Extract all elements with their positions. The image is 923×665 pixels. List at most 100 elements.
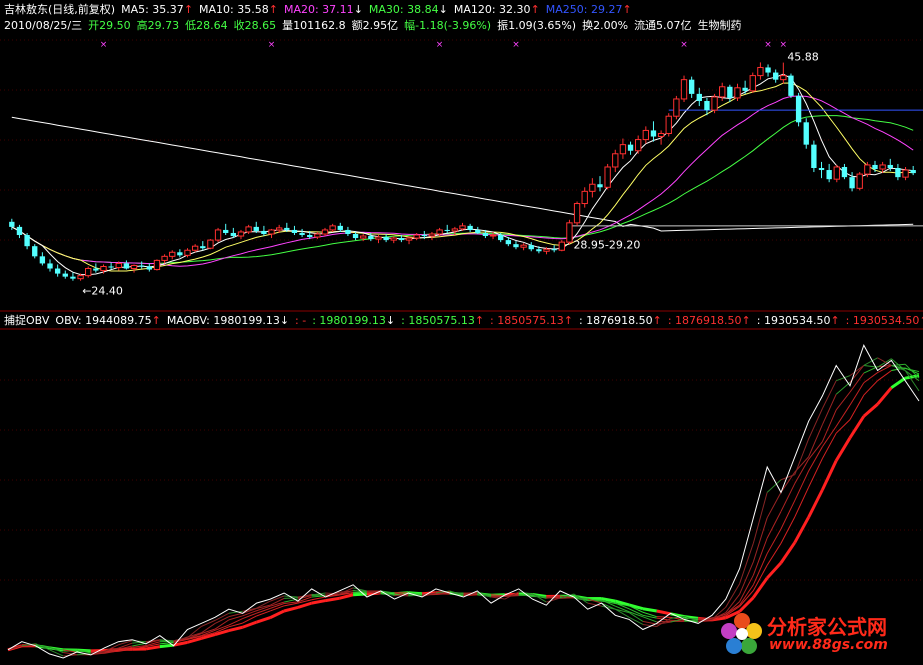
candle-body xyxy=(704,100,710,111)
obv-text: OBV: 1944089.75 xyxy=(55,314,152,327)
maobv-segment xyxy=(656,616,671,618)
candle xyxy=(910,165,916,176)
candle-body xyxy=(680,79,688,100)
line2-item: 流通5.07亿 xyxy=(634,19,692,32)
candle-body xyxy=(475,229,481,233)
obv-text: : 1850575.13 xyxy=(490,314,564,327)
candle xyxy=(612,149,619,173)
candle xyxy=(696,87,702,107)
line2-text: 生物制药 xyxy=(697,19,742,32)
candle xyxy=(528,242,534,252)
maobv-segment xyxy=(779,541,797,564)
maobv-segment xyxy=(642,620,657,625)
candle xyxy=(261,225,267,237)
candle xyxy=(811,140,817,173)
candle xyxy=(856,172,863,191)
line2-item: 量101162.8 xyxy=(282,19,346,32)
obv-text: MAOBV: 1980199.13 xyxy=(166,314,280,327)
candle xyxy=(70,272,76,281)
candle-body xyxy=(108,266,114,268)
candle-body xyxy=(284,227,290,230)
candle-body xyxy=(811,144,817,168)
maobv-segment xyxy=(228,625,244,633)
maobv-segment xyxy=(794,438,810,475)
candle-body xyxy=(398,238,405,241)
candle xyxy=(597,176,603,192)
candle xyxy=(688,76,695,98)
trend-arrow-icon: ↑ xyxy=(830,314,840,327)
line2-item: 高29.73 xyxy=(137,19,180,32)
candle-body xyxy=(773,72,779,80)
candle xyxy=(573,201,581,226)
maobv-segment xyxy=(145,645,161,651)
maobv-segment xyxy=(835,391,851,411)
candle-body xyxy=(93,268,99,271)
candle-body xyxy=(558,241,565,251)
maobv-segment xyxy=(807,489,824,518)
candle-body xyxy=(864,164,871,175)
trend-arrow-icon: ↑ xyxy=(474,314,485,327)
maobv-segment xyxy=(311,596,326,601)
ma20-line xyxy=(11,95,914,267)
event-marker-icon: × xyxy=(680,40,688,50)
candle xyxy=(513,241,519,250)
obv-item: 捕捉OBV xyxy=(4,314,49,327)
candle-body xyxy=(604,166,611,188)
candle xyxy=(32,244,38,259)
maobv-segment xyxy=(808,458,823,488)
trend-arrow-icon: ↑ xyxy=(268,3,278,16)
candle-body xyxy=(368,236,374,240)
candle xyxy=(818,161,825,179)
line2-text: 量101162.8 xyxy=(282,19,346,32)
maobv-segment xyxy=(752,492,768,544)
candle-body xyxy=(130,264,138,270)
candle xyxy=(773,69,779,83)
maobv-segment xyxy=(283,605,299,613)
line2-item: 低28.64 xyxy=(185,19,228,32)
candle-body xyxy=(54,268,61,274)
obv-header-line: 捕捉OBV OBV: 1944089.75 ↑ MAOBV: 1980199.13 ↓:… xyxy=(4,313,923,329)
candle-body xyxy=(619,144,627,155)
maobv-segment xyxy=(848,415,866,439)
candle-body xyxy=(780,75,787,81)
candle-body xyxy=(200,246,206,249)
price-header-line1: 吉林敖东(日线,前复权) MA5: 35.37↑ MA10: 35.58↑ MA20:… xyxy=(4,2,638,18)
candle-body xyxy=(261,230,267,234)
maobv-segment xyxy=(835,382,851,395)
trend-arrow-icon: ↓ xyxy=(438,3,448,16)
obv-item: : 1930534.50↑ xyxy=(846,314,923,327)
trend-arrow-icon: ↓ xyxy=(385,314,396,327)
candle xyxy=(161,254,168,264)
candle xyxy=(337,222,343,232)
candle xyxy=(589,178,596,198)
candle-body xyxy=(184,249,191,256)
maobv-segment xyxy=(835,404,851,427)
candle xyxy=(650,121,657,142)
candle-body xyxy=(520,244,527,248)
trend-arrow-icon: ↑ xyxy=(530,3,540,16)
candle-body xyxy=(436,229,443,235)
event-marker-icon: × xyxy=(436,40,444,50)
candle xyxy=(345,226,351,237)
maobv-segment xyxy=(794,459,810,484)
candle-body xyxy=(581,190,588,205)
candle-body xyxy=(459,225,466,230)
candle-body xyxy=(321,229,329,235)
price-panel: × × × × × × × ←24.40 28.95-29.20 45.88 xyxy=(9,40,923,298)
ma30-line xyxy=(11,115,914,265)
maobv-segment xyxy=(780,500,796,530)
candle-body xyxy=(536,249,542,252)
candle-body xyxy=(872,164,878,170)
candle xyxy=(566,219,573,245)
candle-body xyxy=(910,170,916,174)
candle-body xyxy=(895,168,901,178)
event-marker-icon: × xyxy=(780,40,788,50)
event-marker-icon: × xyxy=(764,40,772,50)
candle-body xyxy=(214,229,222,241)
candle xyxy=(223,223,229,236)
price-annotation: ←24.40 xyxy=(82,285,123,298)
line2-text: 流通5.07亿 xyxy=(634,19,692,32)
candle-body xyxy=(70,276,76,279)
candle-body xyxy=(887,164,893,168)
candle-body xyxy=(32,246,38,257)
